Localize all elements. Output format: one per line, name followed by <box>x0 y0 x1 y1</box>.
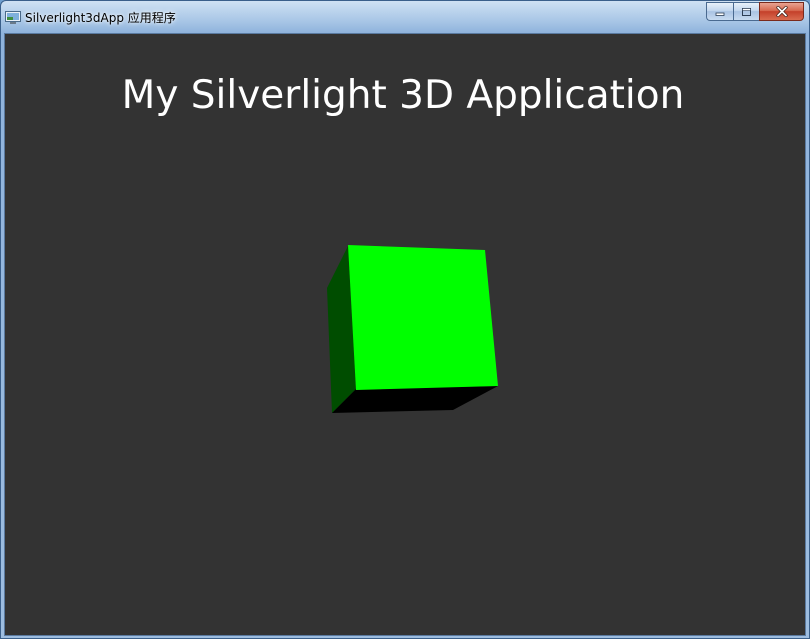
minimize-button[interactable] <box>706 2 733 21</box>
cube-front-face <box>348 245 498 390</box>
close-button[interactable] <box>759 2 804 21</box>
title-bar[interactable]: Silverlight3dApp 应用程序 <box>1 1 809 33</box>
window-title: Silverlight3dApp 应用程序 <box>25 11 176 25</box>
3d-viewport[interactable] <box>5 34 805 635</box>
app-window: Silverlight3dApp 应用程序 My Silverlight 3D … <box>0 0 810 639</box>
maximize-icon <box>742 7 751 16</box>
maximize-button[interactable] <box>733 2 759 21</box>
minimize-icon <box>715 12 725 16</box>
close-x-icon <box>775 6 788 17</box>
caption-buttons <box>706 2 804 22</box>
silverlight-app-icon <box>5 11 21 24</box>
cube-bottom-face <box>332 386 498 413</box>
silverlight-client-area[interactable]: My Silverlight 3D Application <box>4 33 806 636</box>
